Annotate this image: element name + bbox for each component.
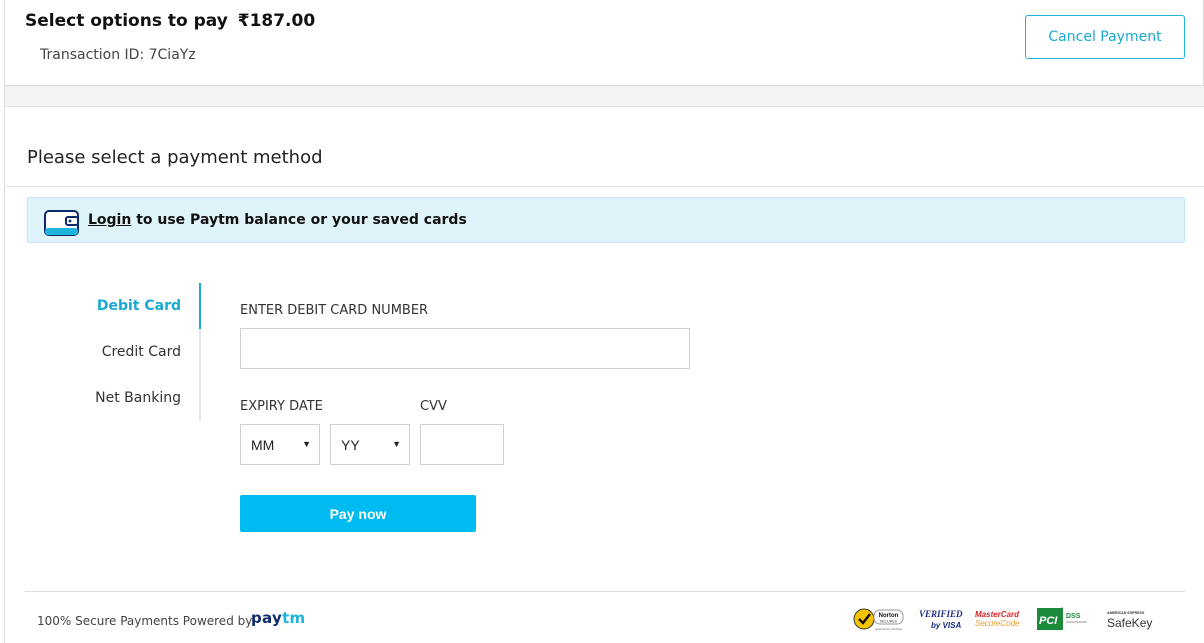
header-title: Select options to pay ₹187.00: [25, 11, 315, 31]
visa-badge-line1: VERIFIED: [919, 609, 963, 619]
amex-badge-line1: AMERICAN EXPRESS: [1107, 611, 1145, 615]
payment-panel: Please select a payment method Login to …: [4, 106, 1204, 643]
payment-method-list: Debit Card Credit Card Net Banking: [85, 283, 201, 421]
panel-title: Please select a payment method: [27, 147, 323, 168]
amex-safekey-badge: AMERICAN EXPRESS SafeKey: [1107, 611, 1152, 630]
paytm-logo-pay: pay: [251, 609, 283, 627]
norton-secured-badge: Norton SECURED powered by VeriSign: [853, 608, 904, 631]
pci-badge-line2: DSS: [1066, 613, 1081, 620]
verified-by-visa-badge: VERIFIED by VISA: [919, 609, 963, 630]
method-debit-card[interactable]: Debit Card: [97, 298, 181, 314]
dropdown-caret-icon: ▼: [392, 439, 401, 449]
mastercard-badge-line1: MasterCard: [975, 610, 1020, 619]
login-banner: Login to use Paytm balance or your saved…: [27, 197, 1185, 243]
method-credit-card[interactable]: Credit Card: [102, 344, 181, 360]
transaction-id: Transaction ID: 7CiaYz: [40, 47, 196, 63]
login-description: to use Paytm balance or your saved cards: [131, 212, 467, 228]
panel-divider: [6, 186, 1204, 187]
mastercard-badge-line2: SecureCode: [975, 619, 1020, 628]
expiry-date-label: EXPIRY DATE: [240, 399, 323, 414]
login-link[interactable]: Login: [88, 212, 131, 228]
payment-header: Select options to pay ₹187.00 Transactio…: [4, 0, 1204, 86]
login-text: Login to use Paytm balance or your saved…: [88, 212, 467, 228]
norton-badge-line1: Norton: [879, 613, 899, 619]
card-number-label: ENTER DEBIT CARD NUMBER: [240, 303, 429, 318]
norton-badge-line3: powered by VeriSign: [875, 627, 903, 631]
expiry-month-value: MM: [251, 436, 275, 453]
expiry-year-value: YY: [341, 436, 360, 453]
active-method-indicator: [199, 283, 201, 329]
mastercard-securecode-badge: MasterCard SecureCode: [975, 610, 1020, 628]
header-title-text: Select options to pay: [25, 11, 228, 31]
footer-divider: [25, 591, 1185, 592]
paytm-logo: paytm: [251, 609, 305, 627]
card-number-input[interactable]: [240, 328, 690, 369]
amex-badge-line2: SafeKey: [1107, 616, 1152, 630]
cancel-payment-button[interactable]: Cancel Payment: [1025, 15, 1185, 59]
currency-symbol: ₹: [237, 11, 250, 31]
method-net-banking[interactable]: Net Banking: [95, 390, 181, 406]
expiry-year-select[interactable]: YY ▼: [330, 424, 410, 465]
header-separator-band: [4, 86, 1204, 106]
cvv-input[interactable]: [420, 424, 504, 465]
cvv-label: CVV: [420, 399, 447, 414]
payment-amount: ₹187.00: [238, 11, 315, 31]
pci-dss-badge: PCI DSS: [1037, 607, 1087, 630]
dropdown-caret-icon: ▼: [302, 439, 311, 449]
norton-badge-line2: SECURED: [880, 620, 898, 624]
visa-badge-line2: by VISA: [931, 621, 961, 630]
pay-now-button[interactable]: Pay now: [240, 495, 476, 532]
expiry-month-select[interactable]: MM ▼: [240, 424, 320, 465]
pci-badge-line1: PCI: [1039, 615, 1058, 627]
amount-value: 187.00: [249, 11, 316, 31]
wallet-icon: [44, 210, 79, 236]
paytm-logo-tm: tm: [282, 609, 306, 627]
secure-payments-text: 100% Secure Payments Powered by: [37, 614, 253, 628]
